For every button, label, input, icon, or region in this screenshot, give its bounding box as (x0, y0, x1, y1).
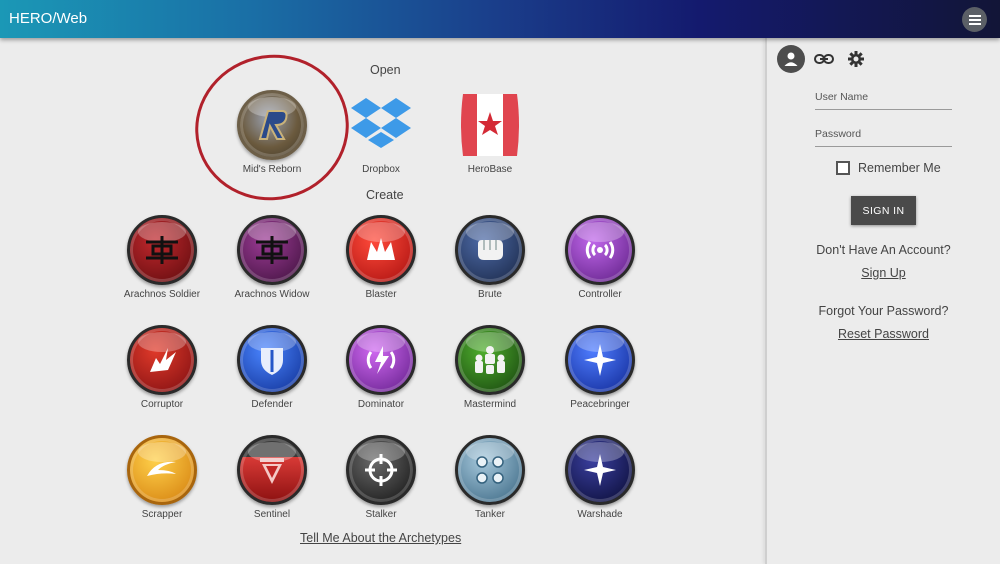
archetype-tanker[interactable]: Tanker (435, 435, 545, 520)
defender-icon (237, 325, 307, 395)
archetype-dominator[interactable]: Dominator (326, 325, 436, 410)
archetype-stalker[interactable]: Stalker (326, 435, 436, 520)
archetype-label: Defender (251, 399, 293, 410)
archetype-label: Blaster (365, 289, 397, 300)
mids-reborn-icon (237, 90, 307, 160)
sign-up-link[interactable]: Sign Up (861, 266, 905, 280)
archetype-mastermind[interactable]: Mastermind (435, 325, 545, 410)
sign-in-button[interactable]: SIGN IN (851, 196, 916, 225)
password-field[interactable]: Password (815, 128, 952, 147)
archetype-blaster[interactable]: Blaster (326, 215, 436, 300)
archetype-label: Tanker (474, 509, 505, 520)
archetype-label: Dominator (357, 399, 405, 410)
blaster-icon (346, 215, 416, 285)
archetype-controller[interactable]: Controller (545, 215, 655, 300)
open-dropbox[interactable]: Dropbox (326, 90, 436, 175)
archetype-label: Mastermind (463, 399, 517, 410)
sentinel-icon (237, 435, 307, 505)
archetype-label: Peacebringer (570, 399, 630, 410)
hamburger-icon (968, 14, 981, 17)
peacebringer-icon (565, 325, 635, 395)
link-icon[interactable] (813, 48, 835, 70)
dominator-icon (346, 325, 416, 395)
username-field[interactable]: User Name (815, 91, 952, 110)
forgot-password-text: Forgot Your Password? (818, 304, 949, 318)
archetype-peacebringer[interactable]: Peacebringer (545, 325, 655, 410)
remember-me-checkbox[interactable] (836, 161, 850, 175)
app-title: HERO/Web (9, 10, 88, 27)
account-icon[interactable] (777, 45, 805, 73)
archetype-label: Brute (478, 289, 502, 300)
archetype-label: Corruptor (140, 399, 184, 410)
brute-icon (455, 215, 525, 285)
archetype-arachnos-widow[interactable]: Arachnos Widow (217, 215, 327, 300)
archetype-label: Controller (578, 289, 622, 300)
tanker-icon (455, 435, 525, 505)
account-sidebar: User Name Password Remember Me SIGN IN D… (767, 38, 1000, 564)
herobase-icon (455, 90, 525, 160)
warshade-icon (565, 435, 635, 505)
archetypes-info-link[interactable]: Tell Me About the Archetypes (300, 531, 461, 545)
archetype-sentinel[interactable]: Sentinel (217, 435, 327, 520)
item-label: Mid's Reborn (242, 164, 302, 175)
mastermind-icon (455, 325, 525, 395)
archetype-warshade[interactable]: Warshade (545, 435, 655, 520)
archetype-label: Arachnos Soldier (123, 289, 201, 300)
archetype-defender[interactable]: Defender (217, 325, 327, 410)
archetype-arachnos-soldier[interactable]: Arachnos Soldier (107, 215, 217, 300)
open-herobase[interactable]: HeroBase (435, 90, 545, 175)
stalker-icon (346, 435, 416, 505)
remember-me-label: Remember Me (858, 161, 941, 175)
archetype-scrapper[interactable]: Scrapper (107, 435, 217, 520)
scrapper-icon (127, 435, 197, 505)
archetype-label: Sentinel (253, 509, 291, 520)
archetype-label: Warshade (577, 509, 623, 520)
open-section-label: Open (370, 63, 401, 77)
corruptor-icon (127, 325, 197, 395)
arachnos-widow-icon (237, 215, 307, 285)
main-panel: Open Mid's Reborn Dropbox HeroBase Creat… (0, 38, 766, 564)
reset-password-link[interactable]: Reset Password (838, 327, 929, 341)
settings-gear-icon[interactable] (845, 48, 867, 70)
dropbox-icon (346, 90, 416, 160)
archetype-label: Scrapper (141, 509, 183, 520)
no-account-text: Don't Have An Account? (816, 243, 951, 257)
item-label: Dropbox (362, 164, 400, 175)
create-section-label: Create (366, 188, 404, 202)
menu-button[interactable] (962, 7, 987, 32)
open-mids-reborn[interactable]: Mid's Reborn (217, 90, 327, 175)
archetype-label: Arachnos Widow (234, 289, 310, 300)
controller-icon (565, 215, 635, 285)
archetype-label: Stalker (365, 509, 397, 520)
arachnos-soldier-icon (127, 215, 197, 285)
item-label: HeroBase (467, 164, 513, 175)
archetype-brute[interactable]: Brute (435, 215, 545, 300)
top-app-bar: HERO/Web (0, 0, 1000, 38)
archetype-corruptor[interactable]: Corruptor (107, 325, 217, 410)
